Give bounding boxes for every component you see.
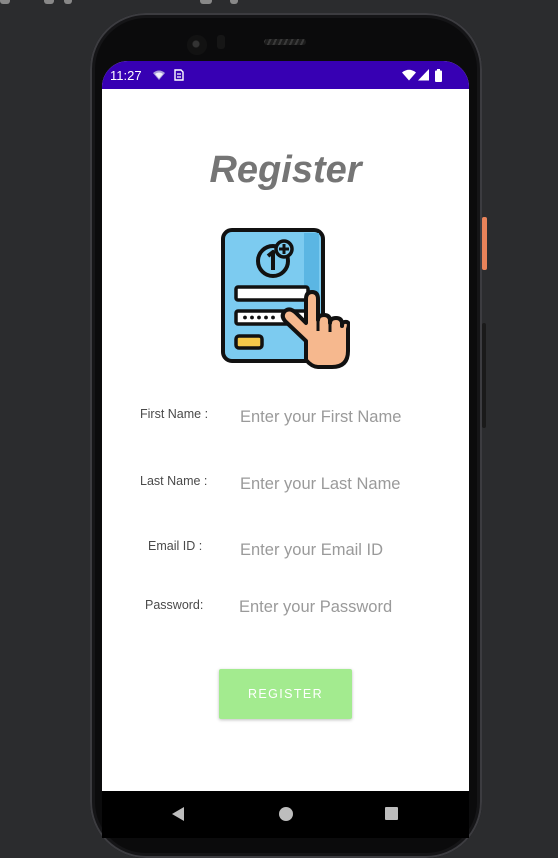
email-label: Email ID : [148, 539, 203, 553]
window-top-strip [0, 0, 260, 4]
last-name-input[interactable] [240, 471, 430, 497]
register-form-hand-icon [221, 228, 350, 369]
first-name-input[interactable] [240, 404, 430, 430]
password-input[interactable] [239, 594, 429, 620]
email-input[interactable] [240, 537, 430, 563]
proximity-sensor [217, 35, 225, 49]
page-title: Register [209, 149, 362, 191]
status-bar: 11:27 [102, 61, 469, 89]
volume-button[interactable] [482, 323, 486, 428]
earpiece-speaker [264, 39, 306, 45]
power-button[interactable] [482, 217, 487, 270]
recents-icon[interactable] [385, 807, 398, 820]
last-name-label: Last Name : [140, 474, 208, 488]
wifi-icon [402, 69, 416, 81]
status-time: 11:27 [110, 68, 142, 83]
back-icon[interactable] [172, 807, 184, 821]
password-label: Password: [145, 598, 204, 612]
first-name-label: First Name : [140, 407, 209, 421]
battery-icon [435, 69, 442, 82]
navigation-bar [102, 791, 469, 838]
cell-signal-icon [418, 69, 429, 81]
app-screen: 11:27 Register First Name: Enter your F… [102, 61, 469, 829]
home-icon[interactable] [279, 807, 293, 821]
sim-card-icon [174, 69, 184, 81]
register-button[interactable]: REGISTER [219, 669, 352, 719]
front-camera [187, 35, 207, 55]
wifi-calling-icon [153, 70, 165, 80]
